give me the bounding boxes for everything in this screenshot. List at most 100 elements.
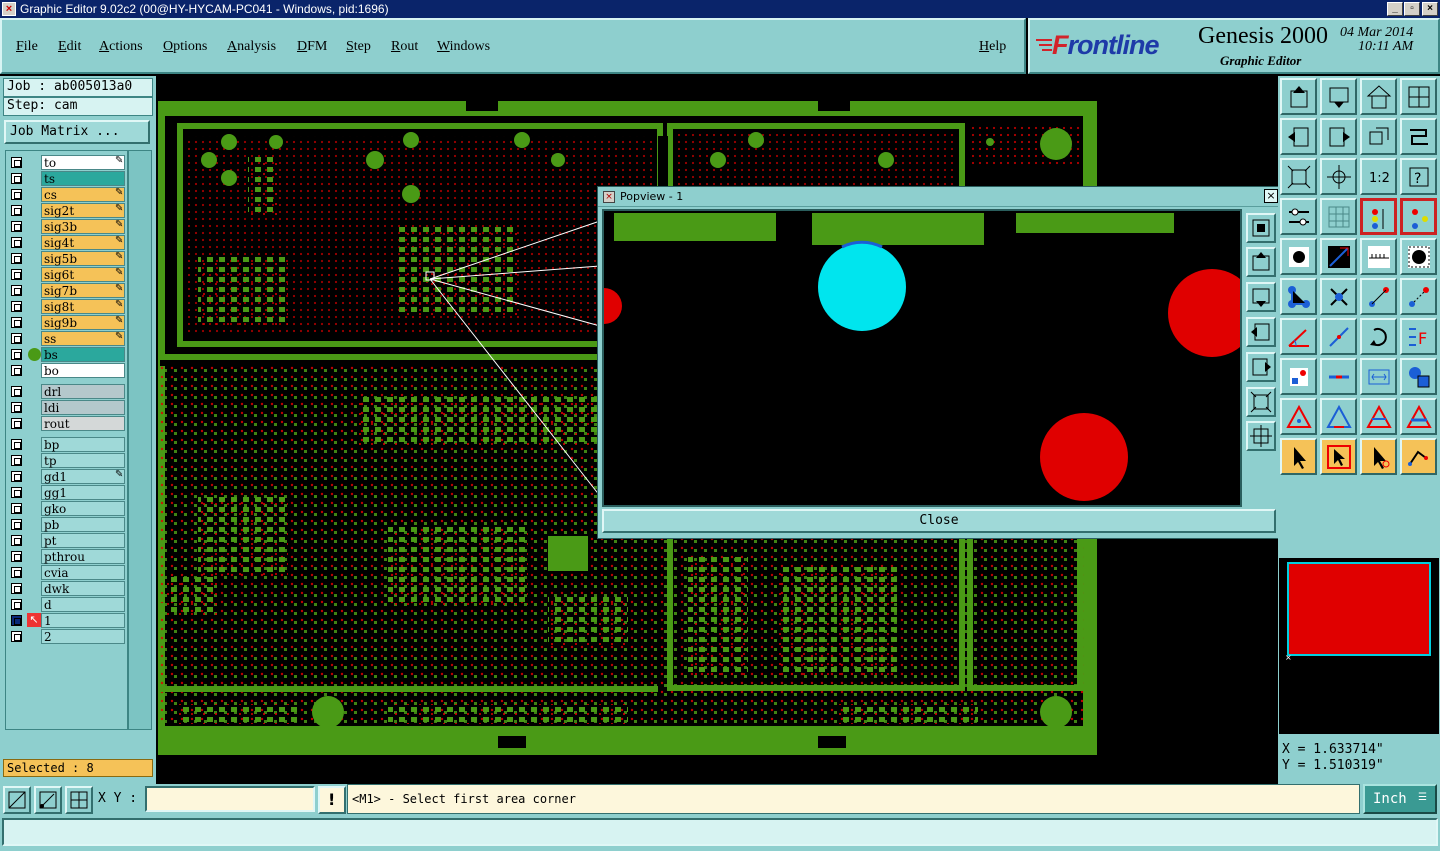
layer-checkbox[interactable] xyxy=(11,503,22,514)
layer-feature-icon[interactable] xyxy=(1360,198,1397,235)
layer-name[interactable]: gg1 xyxy=(41,485,125,500)
layer-name[interactable]: dwk xyxy=(41,581,125,596)
pointer-alt-icon[interactable] xyxy=(1360,438,1397,475)
layer-name[interactable]: sig4t xyxy=(41,235,125,250)
menu-edit[interactable]: Edit xyxy=(58,39,81,55)
connect-alt-icon[interactable] xyxy=(1400,278,1437,315)
layer-name[interactable]: 2 xyxy=(41,629,125,644)
shift-icon[interactable] xyxy=(1400,118,1437,155)
menu-actions[interactable]: Actions xyxy=(99,39,143,55)
layer-name[interactable]: gd1 xyxy=(41,469,125,484)
line-tool-icon[interactable] xyxy=(1320,238,1357,275)
layer-checkbox[interactable] xyxy=(11,455,22,466)
layer-checkbox[interactable] xyxy=(11,567,22,578)
layer-checkbox[interactable] xyxy=(11,386,22,397)
layer-checkbox[interactable] xyxy=(11,221,22,232)
layer-name[interactable]: ts xyxy=(41,171,125,186)
layer-name[interactable]: bo xyxy=(41,363,125,378)
exclamation-icon[interactable]: ! xyxy=(318,786,346,814)
layer-row[interactable]: ↖ 1 xyxy=(8,613,128,628)
job-matrix-button[interactable]: Job Matrix ... xyxy=(4,120,150,144)
layer-row[interactable]: gg1 xyxy=(8,485,128,500)
layer-checkbox[interactable] xyxy=(11,365,22,376)
angle-icon[interactable] xyxy=(1280,318,1317,355)
layer-name[interactable]: sig7b xyxy=(41,283,125,298)
snap-icon[interactable] xyxy=(3,786,31,814)
ruler-icon[interactable] xyxy=(1360,238,1397,275)
layer-row[interactable]: ss ✎ xyxy=(8,331,128,346)
layer-row[interactable]: sig6t ✎ xyxy=(8,267,128,282)
center-icon[interactable] xyxy=(1320,158,1357,195)
layer-name[interactable]: to xyxy=(41,155,125,170)
layer-row[interactable]: ldi xyxy=(8,400,128,415)
flip-icon[interactable] xyxy=(1320,358,1357,395)
layer-row[interactable]: sig8t ✎ xyxy=(8,299,128,314)
layer-checkbox[interactable] xyxy=(11,333,22,344)
layer-checkbox[interactable] xyxy=(11,317,22,328)
layer-row[interactable]: pb xyxy=(8,517,128,532)
pad-icon[interactable] xyxy=(1280,238,1317,275)
layer-row[interactable]: bp xyxy=(8,437,128,452)
popview-close-icon[interactable]: × xyxy=(1264,189,1278,203)
layer-row[interactable]: sig4t ✎ xyxy=(8,235,128,250)
layer-name[interactable]: pb xyxy=(41,517,125,532)
scale-icon[interactable]: 1:2 xyxy=(1360,158,1397,195)
layer-checkbox[interactable] xyxy=(11,439,22,450)
layer-row[interactable]: pt xyxy=(8,533,128,548)
help-icon[interactable]: ? xyxy=(1400,158,1437,195)
layer-checkbox[interactable] xyxy=(11,253,22,264)
popview-tool-2[interactable] xyxy=(1246,247,1276,277)
layer-name[interactable]: cvia xyxy=(41,565,125,580)
layer-checkbox[interactable] xyxy=(11,349,22,360)
layer-name[interactable]: bp xyxy=(41,437,125,452)
layer-checkbox[interactable] xyxy=(11,285,22,296)
layer-checkbox[interactable] xyxy=(11,173,22,184)
menu-rout[interactable]: Rout xyxy=(391,39,418,55)
snap-point-icon[interactable] xyxy=(1280,358,1317,395)
resize-icon[interactable] xyxy=(1360,358,1397,395)
route-icon[interactable] xyxy=(1400,438,1437,475)
popview-tool-7[interactable] xyxy=(1246,421,1276,451)
layer-checkbox[interactable] xyxy=(11,205,22,216)
measure-icon[interactable] xyxy=(34,786,62,814)
menu-step[interactable]: Step xyxy=(346,39,371,55)
layer-checkbox[interactable] xyxy=(11,189,22,200)
layer-checkbox[interactable] xyxy=(11,237,22,248)
layer-name[interactable]: d xyxy=(41,597,125,612)
menu-analysis[interactable]: Analysis xyxy=(227,39,276,55)
layer-row[interactable]: gko xyxy=(8,501,128,516)
layer-name[interactable]: tp xyxy=(41,453,125,468)
grid-icon[interactable] xyxy=(65,786,93,814)
layer-name[interactable]: sig8t xyxy=(41,299,125,314)
triangle-c-icon[interactable] xyxy=(1400,398,1437,435)
layer-row[interactable]: to ✎ xyxy=(8,155,128,170)
xy-input[interactable] xyxy=(145,786,315,812)
maximize-button[interactable]: ▫ xyxy=(1404,2,1420,16)
move-right-icon[interactable] xyxy=(1320,118,1357,155)
popview-close-button[interactable]: Close xyxy=(602,509,1276,533)
menu-windows[interactable]: Windows xyxy=(437,39,490,55)
layer-name[interactable]: pthrou xyxy=(41,549,125,564)
layer-row[interactable]: drl xyxy=(8,384,128,399)
open-icon[interactable] xyxy=(1320,78,1357,115)
layer-name[interactable]: drl xyxy=(41,384,125,399)
layer-checkbox[interactable] xyxy=(11,418,22,429)
layer-row[interactable]: tp xyxy=(8,453,128,468)
layer-checkbox[interactable] xyxy=(11,599,22,610)
layer-checkbox[interactable] xyxy=(11,551,22,562)
layer-checkbox[interactable] xyxy=(11,301,22,312)
cross-icon[interactable] xyxy=(1320,278,1357,315)
layer-name[interactable]: bs xyxy=(41,347,125,362)
layer-row[interactable]: sig9b ✎ xyxy=(8,315,128,330)
layer-row[interactable]: pthrou xyxy=(8,549,128,564)
layer-checkbox[interactable] xyxy=(11,519,22,530)
layer-checkbox[interactable] xyxy=(11,402,22,413)
grid-view-icon[interactable] xyxy=(1320,198,1357,235)
popview-tool-6[interactable] xyxy=(1246,387,1276,417)
layer-name[interactable]: ss xyxy=(41,331,125,346)
layer-name[interactable]: sig3b xyxy=(41,219,125,234)
connect-icon[interactable] xyxy=(1360,278,1397,315)
layer-name[interactable]: sig6t xyxy=(41,267,125,282)
layer-row[interactable]: sig7b ✎ xyxy=(8,283,128,298)
layer-name[interactable]: ldi xyxy=(41,400,125,415)
